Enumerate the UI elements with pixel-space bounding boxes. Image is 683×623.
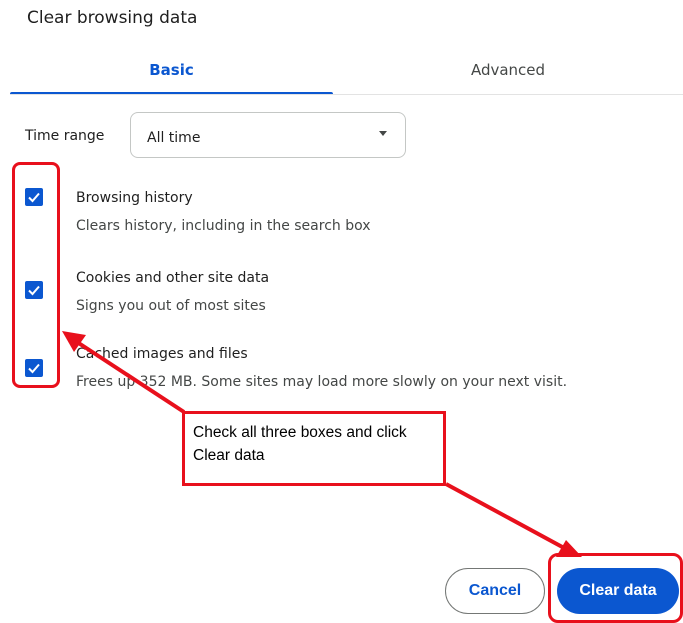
arrow-to-checkboxes	[72, 338, 186, 414]
arrowhead-down-icon	[556, 540, 582, 557]
annotation-arrows	[62, 331, 582, 557]
clear-browsing-data-dialog: Clear browsing data Basic Advanced Time …	[0, 0, 683, 623]
annotation-note: Check all three boxes and click Clear da…	[182, 411, 446, 486]
arrow-to-clear-button	[445, 482, 567, 551]
arrowhead-up-icon	[62, 331, 86, 352]
